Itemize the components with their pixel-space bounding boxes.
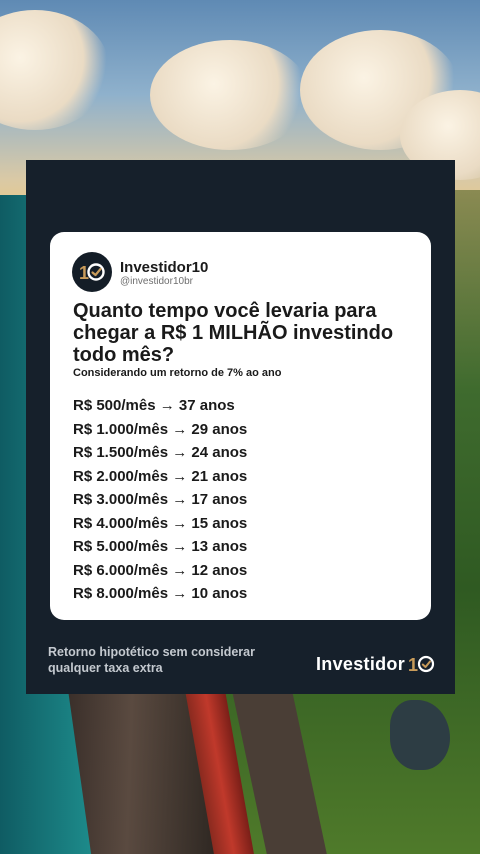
list-item: R$ 6.000/mês → 12 anos <box>73 561 248 579</box>
list-item: R$ 8.000/mês → 10 anos <box>73 585 248 602</box>
svg-text:1: 1 <box>408 655 418 675</box>
list-item: R$ 2.000/mês → 21 anos <box>73 467 248 485</box>
ten-check-icon: 1 <box>407 653 437 675</box>
disclaimer-note: Retorno hipotético sem considerar qualqu… <box>48 645 255 675</box>
list-item: R$ 1.500/mês → 24 anos <box>73 444 248 461</box>
author-handle[interactable]: @investidor10br <box>120 276 193 287</box>
author-name[interactable]: Investidor10 <box>120 259 208 276</box>
post-subtitle: Considerando um retorno de 7% ao ano <box>73 367 282 379</box>
list-item: R$ 3.000/mês → 17 anos <box>73 491 248 508</box>
list-item: R$ 5.000/mês → 13 anos <box>73 538 248 555</box>
brand-logo: Investidor 1 <box>316 653 437 675</box>
list-item: R$ 500/mês → 37 anos <box>73 397 235 414</box>
investidor10-logo-icon: 1 <box>79 263 105 283</box>
brand-wordmark: Investidor <box>316 653 406 674</box>
list-item: R$ 1.000/mês → 29 anos <box>73 420 248 438</box>
list-item: R$ 4.000/mês → 15 anos <box>73 514 248 532</box>
cloud <box>150 40 310 150</box>
investment-list: R$ 500/mês → 37 anos R$ 1.000/mês → 29 a… <box>73 396 247 608</box>
author-avatar[interactable]: 1 <box>72 252 112 292</box>
post-question: Quanto tempo você levaria para chegar a … <box>73 300 394 366</box>
